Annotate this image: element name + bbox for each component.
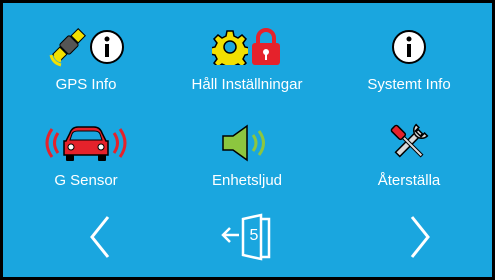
exit-door-icon: 5 <box>221 213 271 261</box>
exit-button[interactable]: 5 <box>221 213 271 261</box>
menu-item-label: Enhetsljud <box>211 172 283 189</box>
info-icon <box>89 29 125 65</box>
info-icon <box>391 29 427 65</box>
settings-menu-screen: GPS Info Håll Inställningar Systemt Info… <box>3 3 492 277</box>
menu-item-g-sensor[interactable]: G Sensor <box>6 109 166 189</box>
menu-item-label: Återställa <box>377 172 441 189</box>
menu-item-system-info[interactable]: Systemt Info <box>329 13 489 93</box>
menu-item-label: GPS Info <box>55 76 117 93</box>
chevron-left-icon <box>89 215 111 259</box>
exit-countdown: 5 <box>249 227 259 244</box>
menu-item-device-sound[interactable]: Enhetsljud <box>167 109 327 189</box>
menu-item-label: Håll Inställningar <box>191 76 303 93</box>
next-page-button[interactable] <box>409 215 431 259</box>
wrench-screwdriver-icon <box>387 121 431 165</box>
satellite-icon <box>47 27 87 67</box>
menu-item-gps-info[interactable]: GPS Info <box>6 13 166 93</box>
padlock-icon <box>250 27 282 66</box>
menu-item-reset[interactable]: Återställa <box>329 109 489 189</box>
chevron-right-icon <box>409 215 431 259</box>
previous-page-button[interactable] <box>89 215 111 259</box>
speaker-icon <box>219 123 275 163</box>
car-vibration-icon <box>38 123 134 163</box>
menu-item-label: Systemt Info <box>367 76 451 93</box>
gear-icon <box>212 29 248 65</box>
menu-item-label: G Sensor <box>54 172 118 189</box>
menu-item-lock-settings[interactable]: Håll Inställningar <box>167 13 327 93</box>
